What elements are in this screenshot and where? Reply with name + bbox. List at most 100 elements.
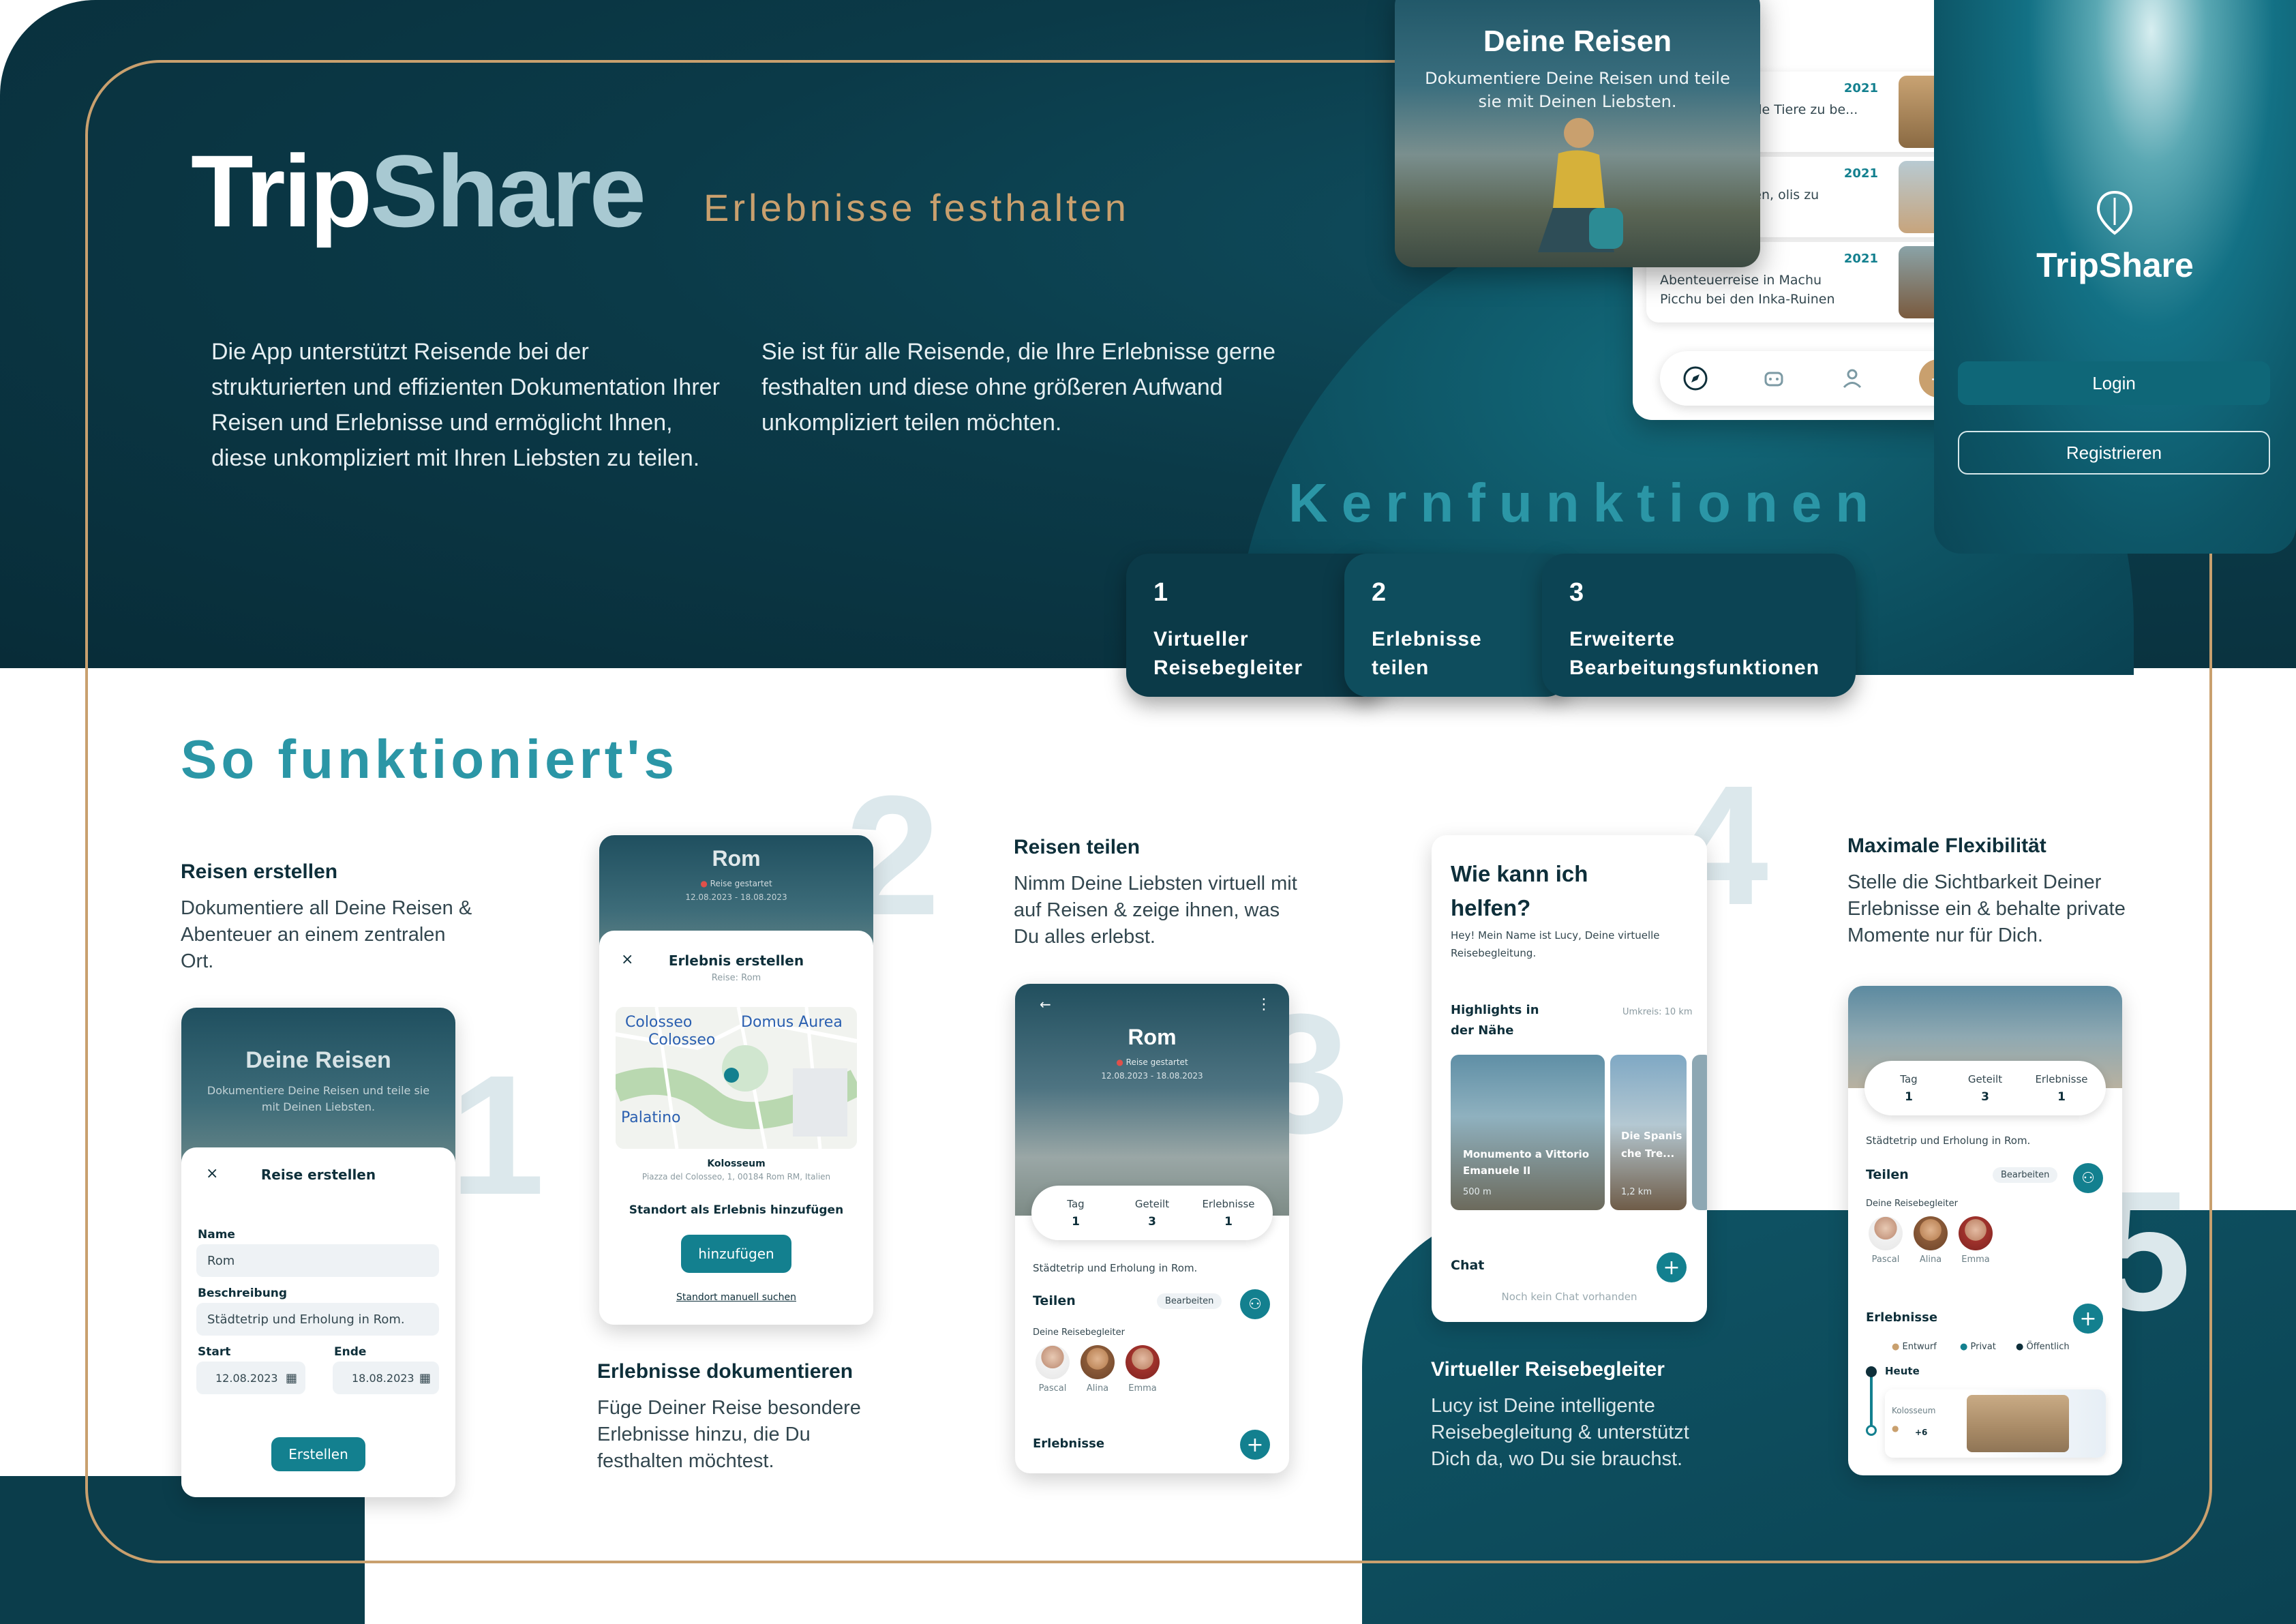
tagline: Erlebnisse festhalten [704, 186, 1130, 229]
nearby-card[interactable]: Monumento a Vittorio Emanuele II 500 m [1451, 1055, 1605, 1210]
experience-entry[interactable]: Kolosseum ● +6 [1885, 1389, 2106, 1458]
add-location-button[interactable]: hinzufügen [681, 1235, 791, 1273]
chat-title: Chat [1451, 1258, 1485, 1273]
login-button[interactable]: Login [1958, 361, 2270, 405]
trip-description: Städtetrip und Erholung in Rom. [1866, 1134, 2031, 1147]
hiker-illustration [1538, 118, 1623, 252]
hero-subtitle: Dokumentiere Deine Reisen und teile sie … [207, 1084, 430, 1113]
feature-label: Virtueller [1153, 628, 1249, 650]
map-label: Colosseo [648, 1032, 716, 1049]
add-experience-button[interactable]: + [1240, 1430, 1270, 1460]
feature-card-share: 2 Erlebnisse teilen [1344, 554, 1569, 697]
experiences-title: Erlebnisse [1866, 1310, 1938, 1325]
nearby-card[interactable]: Die Spanis che Tre... 1,2 km [1610, 1055, 1687, 1210]
legend-label: Privat [1970, 1342, 1996, 1352]
legend-private: ● Privat [1960, 1342, 1996, 1352]
add-experience-button[interactable]: + [2073, 1304, 2103, 1334]
name-label: Name [198, 1228, 235, 1242]
hero-title: Deine Reisen [245, 1047, 391, 1073]
description-field[interactable]: Städtetrip und Erholung in Rom. [196, 1303, 439, 1336]
feature-number: 2 [1372, 578, 1387, 607]
sheet-title: Erlebnis erstellen [668, 952, 804, 969]
step-text: Lucy ist Deine intelligente Reisebegleit… [1431, 1395, 1689, 1470]
stat-day: Tag 1 [1878, 1070, 1939, 1106]
status-text: Reise gestartet [710, 879, 772, 888]
nearby-title-line: Highlights in [1451, 1003, 1539, 1017]
sheet-title: Reise erstellen [260, 1167, 376, 1183]
step-number-1: 1 [450, 1040, 545, 1230]
assistant-heading-line: Wie kann ich [1451, 861, 1588, 886]
share-title: Teilen [1033, 1293, 1076, 1308]
register-button[interactable]: Registrieren [1958, 431, 2270, 475]
experience-sheet: × Erlebnis erstellen Reise: Rom Colosseo… [599, 931, 873, 1325]
stat-experiences: Erlebnisse 1 [1198, 1195, 1259, 1231]
assistant-intro: Hey! Mein Name ist Lucy, Deine virtuelle… [1451, 929, 1660, 959]
stat-value: 1 [1224, 1215, 1233, 1229]
create-button[interactable]: Erstellen [271, 1437, 365, 1471]
add-companion-icon[interactable]: ⚇ [2073, 1163, 2103, 1193]
public-dot-icon: ● [2016, 1342, 2027, 1352]
intro-paragraph-1: Die App unterstützt Reisende bei der str… [211, 339, 720, 471]
rome-hero-image: ← ⋮ Rom ● Reise gestartet 12.08.2023 - 1… [1015, 984, 1289, 1216]
avatar[interactable] [1126, 1345, 1160, 1379]
place-address: Piazza del Colosseo, 1, 00184 Rom RM, It… [641, 1172, 831, 1182]
create-trip-sheet: × Reise erstellen Name Rom Beschreibung … [181, 1147, 455, 1497]
status-text: Reise gestartet [1126, 1057, 1188, 1067]
nearby-place-distance: 1,2 km [1621, 1187, 1652, 1197]
avatar[interactable] [1081, 1345, 1115, 1379]
feature-label: Erweiterte [1569, 628, 1676, 650]
edit-button[interactable]: Bearbeiten [1157, 1293, 1222, 1309]
companion-name: Emma [1128, 1383, 1157, 1394]
login-screen-card: TripShare Login Registrieren [1934, 0, 2296, 554]
hero-title: Rom [712, 846, 761, 871]
trip-stats: Tag 1 Geteilt 3 Erlebnisse 1 [1864, 1061, 2106, 1115]
entry-name: Kolosseum [1892, 1406, 1936, 1415]
step-title: Erlebnisse dokumentieren [597, 1360, 854, 1383]
edit-button[interactable]: Bearbeiten [1993, 1167, 2058, 1183]
compass-icon[interactable] [1680, 363, 1710, 393]
new-chat-button[interactable]: + [1657, 1252, 1687, 1282]
stat-label: Tag [1900, 1073, 1918, 1085]
experiences-title: Erlebnisse [1033, 1437, 1105, 1451]
back-arrow-icon[interactable]: ← [1040, 996, 1051, 1012]
start-date-field[interactable]: 12.08.2023 ▦ [196, 1362, 305, 1394]
stat-value: 1 [2057, 1090, 2066, 1104]
end-date-field[interactable]: 18.08.2023 ▦ [333, 1362, 439, 1394]
stat-label: Erlebnisse [2035, 1073, 2088, 1085]
assistant-heading-line: helfen? [1451, 895, 1531, 920]
trip-status: ● Reise gestartet [599, 879, 873, 888]
status-dot-icon: ● [700, 879, 710, 888]
bottom-nav: + [1660, 351, 1974, 406]
profile-icon[interactable] [1837, 363, 1867, 393]
nearby-card-partial[interactable] [1692, 1055, 1707, 1210]
avatar[interactable] [1036, 1345, 1070, 1379]
add-companion-icon[interactable]: ⚇ [1240, 1289, 1270, 1319]
stat-shared: Geteilt 3 [1121, 1195, 1183, 1231]
visibility-phone: Tag 1 Geteilt 3 Erlebnisse 1 Städtetrip und… [1848, 986, 2122, 1475]
entry-more-count: +6 [1915, 1428, 1928, 1437]
legend-label: Entwurf [1902, 1342, 1937, 1352]
assistant-phone: Wie kann ich helfen? Hey! Mein Name ist … [1432, 835, 1707, 1322]
stat-experiences: Erlebnisse 1 [2031, 1070, 2092, 1106]
companions-label: Deine Reisebegleiter [1866, 1199, 1958, 1209]
avatar[interactable] [1959, 1216, 1993, 1250]
timeline-today: Heute [1885, 1365, 1920, 1377]
feature-number: 3 [1569, 578, 1584, 607]
feature-label: teilen [1372, 657, 1430, 679]
more-menu-icon[interactable]: ⋮ [1256, 996, 1271, 1013]
trip-stats: Tag 1 Geteilt 3 Erlebnisse 1 [1031, 1186, 1273, 1240]
avatar[interactable] [1869, 1216, 1903, 1250]
avatar[interactable] [1914, 1216, 1948, 1250]
step-title: Virtueller Reisebegleiter [1431, 1358, 1665, 1381]
map-label: Colosseo [625, 1014, 693, 1031]
feature-label: Bearbeitungsfunktionen [1569, 657, 1820, 679]
location-map[interactable]: Colosseo Colosseo Domus Aurea Palatino [616, 1007, 857, 1149]
manual-location-link[interactable]: Standort manuell suchen [599, 1292, 873, 1303]
intro-paragraph-2: Sie ist für alle Reisende, die Ihre Erle… [761, 339, 1276, 436]
stat-day: Tag 1 [1045, 1195, 1106, 1231]
assistant-heading: Wie kann ich helfen? [1451, 857, 1588, 925]
bot-icon[interactable] [1759, 363, 1789, 393]
name-field[interactable]: Rom [196, 1244, 439, 1277]
map-label: Domus Aurea [741, 1014, 843, 1031]
step-text: Stelle die Sichtbarkeit Deiner Erlebniss… [1847, 871, 2126, 946]
